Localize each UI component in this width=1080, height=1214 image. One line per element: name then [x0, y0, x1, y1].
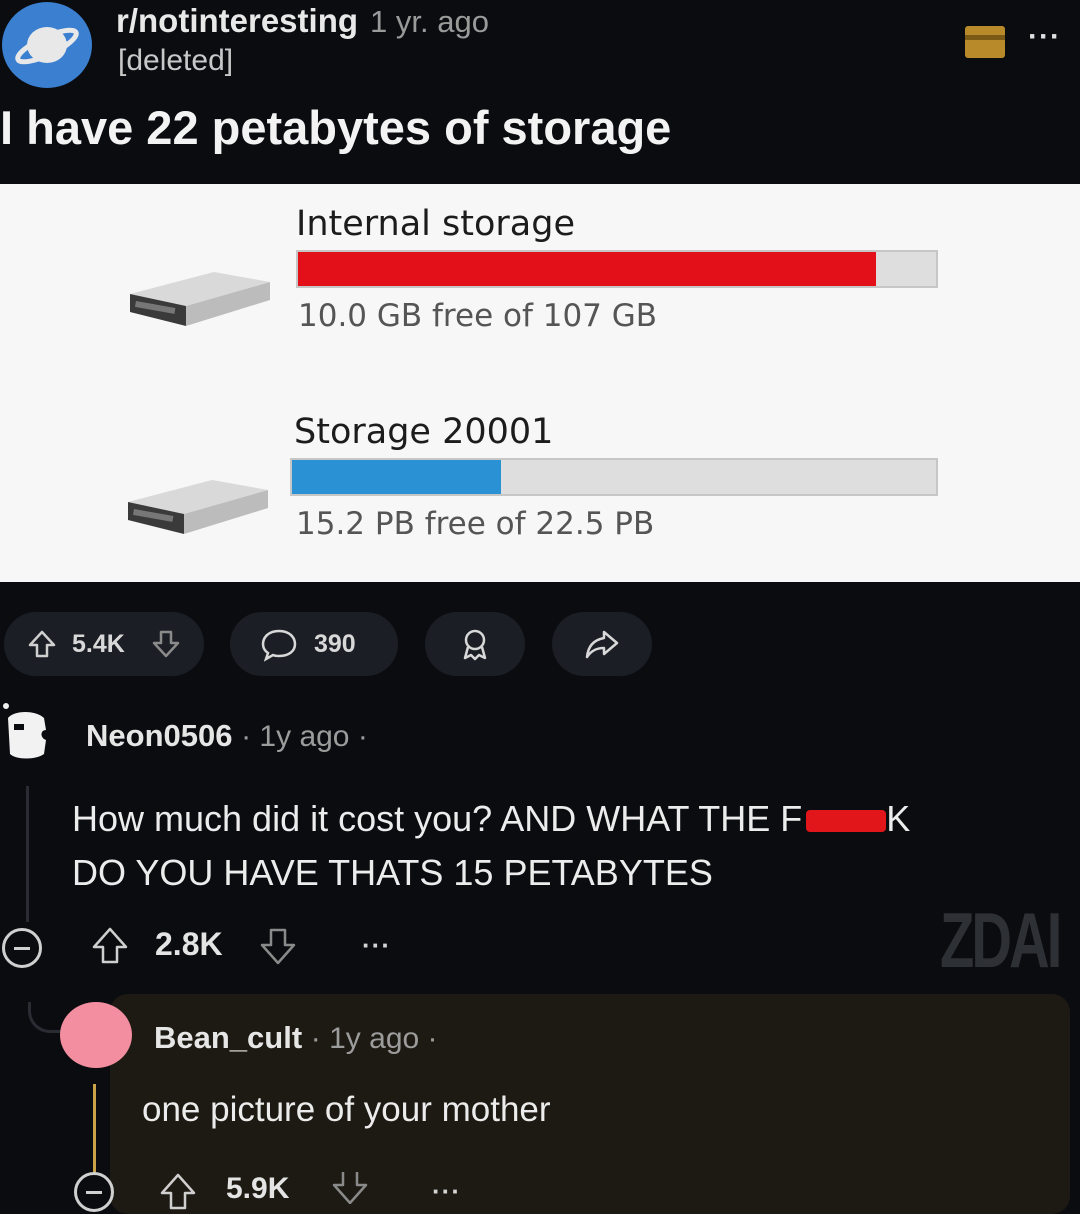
watermark: ZDAI: [940, 896, 1062, 984]
collapse-thread-button[interactable]: [2, 928, 42, 968]
user-avatar[interactable]: [0, 700, 52, 766]
comment-body: How much did it cost you? AND WHAT THE F…: [72, 798, 911, 893]
comment-meta: · 1y ago ·: [241, 720, 368, 753]
comment-meta: · 1y ago ·: [310, 1022, 438, 1055]
upvote-icon[interactable]: [156, 1170, 200, 1210]
hard-drive-icon: [130, 272, 270, 326]
post-title: I have 22 petabytes of storage: [0, 101, 672, 154]
comment-more-button[interactable]: ···: [362, 930, 391, 961]
award-ribbon-icon: [463, 629, 487, 661]
subreddit-avatar[interactable]: [2, 2, 92, 88]
drive-label: Storage 20001: [294, 412, 554, 452]
thread-line: [26, 786, 29, 922]
share-button[interactable]: [552, 612, 652, 676]
subreddit-name[interactable]: r/notinteresting 1 yr. ago: [116, 2, 489, 40]
upvote-icon[interactable]: [26, 628, 58, 660]
share-arrow-icon: [585, 630, 619, 659]
award-icon[interactable]: [965, 26, 1005, 58]
downvote-icon[interactable]: [150, 628, 182, 660]
more-options-button[interactable]: ···: [1028, 20, 1061, 54]
post-vote-count: 5.4K: [72, 630, 125, 658]
comment-vote-count: 2.8K: [155, 926, 223, 962]
comment-username[interactable]: Bean_cult · 1y ago ·: [154, 1020, 438, 1056]
comment-username[interactable]: Neon0506 · 1y ago ·: [86, 718, 368, 754]
comment-more-button[interactable]: ···: [432, 1176, 461, 1207]
thread-line: [93, 1084, 96, 1174]
post-author[interactable]: [deleted]: [118, 44, 233, 78]
collapse-thread-button[interactable]: [74, 1172, 114, 1212]
comment-vote-count: 5.9K: [226, 1172, 290, 1205]
censor-bar: [806, 810, 887, 833]
comment-body: one picture of your mother: [142, 1090, 551, 1129]
post-image[interactable]: Internal storage 10.0 GB free of 107 GB …: [0, 184, 1080, 582]
drive-usage-bar: [296, 250, 938, 288]
drive-usage-bar: [290, 458, 938, 496]
comments-button[interactable]: 390: [230, 612, 398, 676]
drive-free-text: 10.0 GB free of 107 GB: [298, 298, 658, 334]
downvote-icon[interactable]: [328, 1170, 372, 1204]
comment-count: 390: [314, 630, 356, 658]
post-age: 1 yr. ago: [370, 4, 489, 39]
comment-bubble-icon: [261, 629, 297, 662]
drive-usage-fill: [298, 252, 877, 286]
hard-drive-icon: [128, 480, 268, 534]
drive-label: Internal storage: [296, 204, 575, 244]
user-avatar[interactable]: [60, 1002, 132, 1068]
drive-free-text: 15.2 PB free of 22.5 PB: [296, 506, 655, 542]
drive-usage-fill: [292, 460, 501, 494]
award-button[interactable]: [425, 612, 525, 676]
vote-pill: 5.4K: [4, 612, 204, 676]
upvote-icon[interactable]: [88, 924, 132, 968]
planet-icon: [15, 27, 79, 65]
downvote-icon[interactable]: [256, 924, 300, 968]
